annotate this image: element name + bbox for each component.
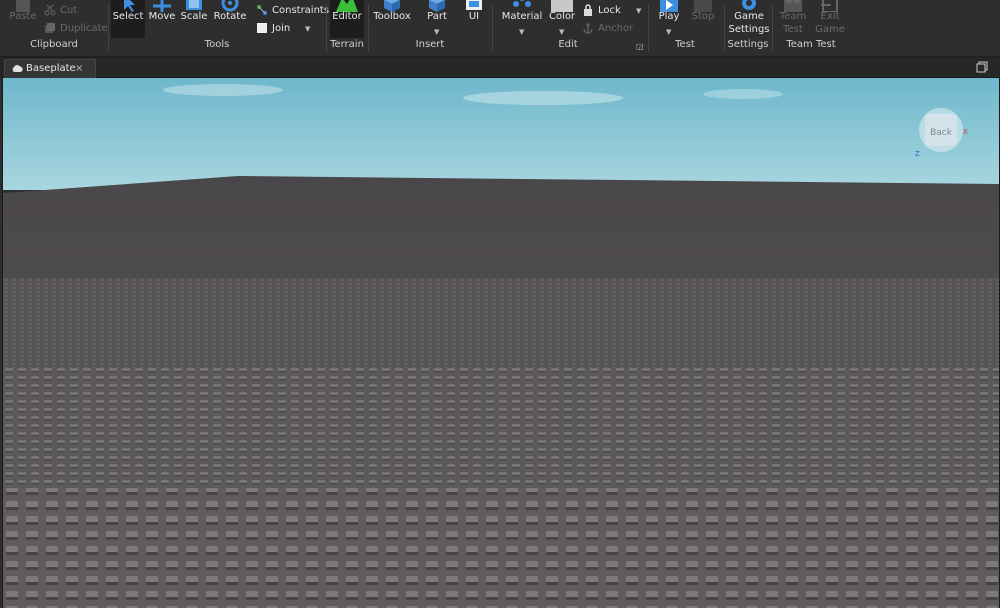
ribbon-toolbar: Paste Cut Duplicate Clipboard Select Mov… xyxy=(0,0,1000,57)
paste-button[interactable]: Paste xyxy=(6,0,40,38)
insert-group: Toolbox Part ▼ UI Insert xyxy=(368,0,492,56)
axis-x-label: X xyxy=(963,128,968,136)
color-dropdown-caret[interactable]: ▼ xyxy=(559,28,564,36)
ui-button[interactable]: UI xyxy=(460,0,488,38)
settings-group-label: Settings xyxy=(727,39,769,50)
team-test-group-label: Team Test xyxy=(786,39,836,50)
cut-label: Cut xyxy=(60,5,78,16)
terrain-editor-button[interactable]: Editor xyxy=(330,0,364,38)
terrain-group-label: Terrain xyxy=(330,39,364,50)
cloud-icon xyxy=(12,65,23,72)
stud-band-far xyxy=(3,278,999,368)
select-tool-button[interactable]: Select xyxy=(111,0,145,38)
settings-group: Game Settings Settings xyxy=(724,0,772,56)
constraints-label: Constraints xyxy=(272,5,330,16)
edit-group-label: Edit xyxy=(558,39,578,50)
material-label: Material xyxy=(501,11,543,22)
terrain-group: Editor Terrain xyxy=(326,0,368,56)
exit-game-button[interactable]: Exit Game xyxy=(814,0,846,38)
lock-label: Lock xyxy=(598,5,621,16)
team-test-button[interactable]: Team Test xyxy=(776,0,810,38)
exit-game-label-line2: Game xyxy=(815,24,845,35)
clipboard-group: Paste Cut Duplicate Clipboard xyxy=(0,0,108,56)
document-tab-bar: Baseplate × xyxy=(0,57,1000,78)
anchor-icon xyxy=(583,23,593,34)
team-test-label-line2: Test xyxy=(783,24,803,35)
stud-band-mid xyxy=(3,368,999,488)
color-label: Color xyxy=(548,11,576,22)
material-dropdown-caret[interactable]: ▼ xyxy=(519,28,524,36)
tab-baseplate[interactable]: Baseplate × xyxy=(4,59,96,78)
edit-group: Material ▼ Color ▼ Lock ▼ Anchor ◲ Edit xyxy=(492,0,644,56)
part-dropdown-caret[interactable]: ▼ xyxy=(434,28,439,36)
constraints-button[interactable]: Constraints xyxy=(256,4,329,18)
team-test-group: Team Test Exit Game Team Test xyxy=(772,0,850,56)
select-label: Select xyxy=(112,11,144,22)
toolbox-label: Toolbox xyxy=(373,11,411,22)
view-cube-face-label: Back xyxy=(930,128,953,138)
anchor-label: Anchor xyxy=(598,23,634,34)
duplicate-icon xyxy=(45,23,55,33)
cloud-shape xyxy=(703,89,783,99)
join-label: Join xyxy=(272,23,291,34)
part-label: Part xyxy=(427,11,447,22)
ui-label: UI xyxy=(468,11,480,22)
tools-group-label: Tools xyxy=(204,39,230,50)
rotate-label: Rotate xyxy=(213,11,247,22)
tab-label: Baseplate xyxy=(26,63,76,74)
move-tool-button[interactable]: Move xyxy=(146,0,178,38)
view-cube[interactable]: Back X Z xyxy=(913,102,969,158)
viewport-scene xyxy=(3,78,999,608)
play-dropdown-caret[interactable]: ▼ xyxy=(666,28,671,36)
insert-group-label: Insert xyxy=(415,39,445,50)
editor-label: Editor xyxy=(332,11,362,22)
lock-icon xyxy=(584,4,592,16)
stop-button[interactable]: Stop xyxy=(688,0,718,38)
join-dropdown-caret[interactable]: ▼ xyxy=(305,25,310,33)
3d-viewport[interactable]: Back X Z xyxy=(2,78,1000,608)
lock-dropdown-caret[interactable]: ▼ xyxy=(636,7,641,15)
game-settings-label-line1: Game xyxy=(734,11,764,22)
toolbox-button[interactable]: Toolbox xyxy=(372,0,412,38)
join-icon xyxy=(257,23,267,33)
test-group: Play ▼ Stop Test xyxy=(648,0,722,56)
rotate-tool-button[interactable]: Rotate xyxy=(212,0,248,38)
exit-game-label-line1: Exit xyxy=(820,11,840,22)
clipboard-group-label: Clipboard xyxy=(30,39,78,50)
join-button[interactable]: Join xyxy=(256,22,290,36)
cut-button[interactable]: Cut xyxy=(44,4,77,18)
axis-z-label: Z xyxy=(915,150,920,158)
duplicate-button[interactable]: Duplicate xyxy=(44,22,108,36)
constraints-icon xyxy=(257,5,267,15)
cloud-shape xyxy=(463,91,623,105)
team-test-label-line1: Team xyxy=(779,11,807,22)
scale-label: Scale xyxy=(180,11,208,22)
move-label: Move xyxy=(148,11,176,22)
anchor-button[interactable]: Anchor xyxy=(582,22,633,36)
lock-button[interactable]: Lock xyxy=(582,4,621,18)
restore-window-icon[interactable] xyxy=(976,61,988,73)
scale-tool-button[interactable]: Scale xyxy=(178,0,210,38)
scissors-icon xyxy=(44,4,56,16)
test-group-label: Test xyxy=(675,39,695,50)
paste-label: Paste xyxy=(9,11,37,22)
game-settings-button[interactable]: Game Settings xyxy=(728,0,770,38)
tab-close-icon[interactable]: × xyxy=(75,60,83,77)
tools-group: Select Move Scale Rotate Constraints Joi… xyxy=(108,0,329,56)
stud-band-near xyxy=(3,488,999,608)
cloud-shape xyxy=(163,84,283,96)
play-label: Play xyxy=(658,11,680,22)
stop-label: Stop xyxy=(691,11,715,22)
duplicate-label: Duplicate xyxy=(60,23,108,34)
game-settings-label-line2: Settings xyxy=(728,24,770,35)
